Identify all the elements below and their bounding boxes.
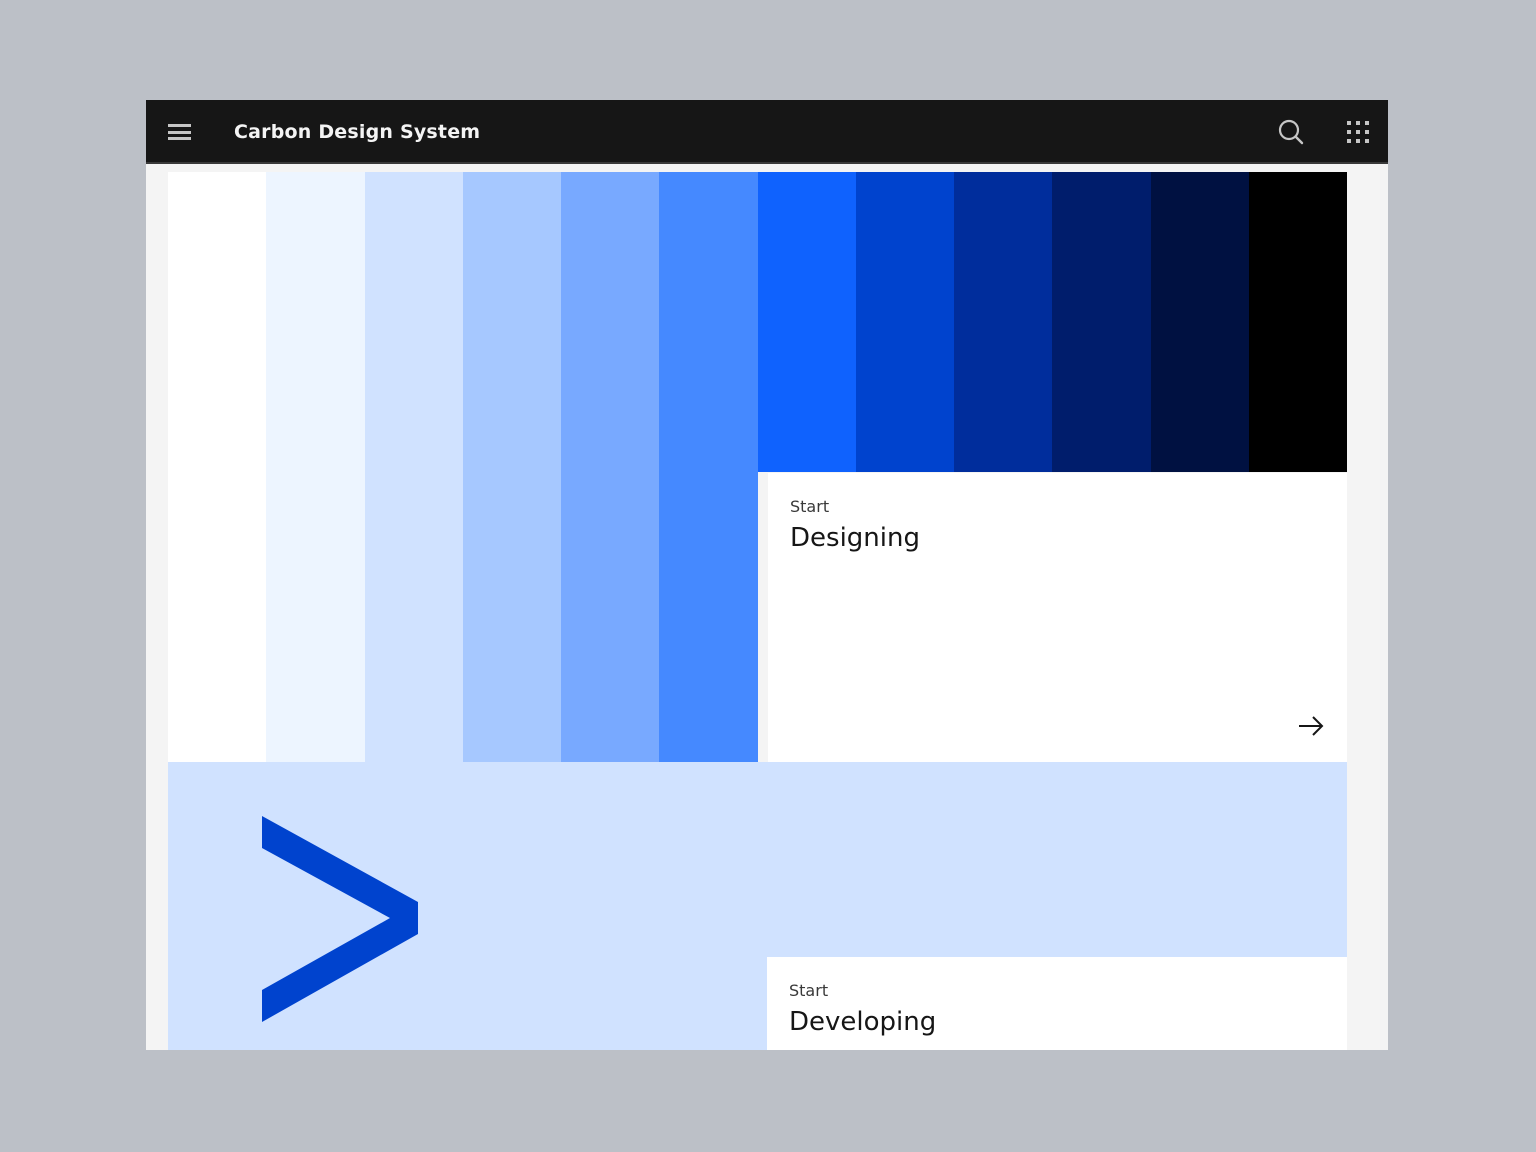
color-swatch — [561, 172, 660, 762]
color-swatch — [364, 172, 463, 762]
color-swatch — [1052, 172, 1151, 472]
color-swatch — [462, 172, 561, 762]
tile-eyebrow: Start — [789, 981, 829, 1000]
hamburger-menu-icon — [168, 124, 191, 127]
color-swatch — [757, 172, 856, 472]
color-swatch — [266, 172, 365, 762]
color-swatch — [954, 172, 1053, 472]
color-swatch — [1248, 172, 1347, 472]
arrow-right-icon — [1299, 716, 1324, 736]
top-header: Carbon Design System — [146, 100, 1388, 164]
chevron-right-icon — [262, 816, 418, 1022]
app-window: Carbon Design System Start Designing Sta… — [146, 100, 1388, 1050]
tile-title: Developing — [789, 1007, 937, 1037]
tile-title: Designing — [790, 523, 920, 553]
tile-eyebrow: Start — [790, 497, 830, 516]
app-switcher-grid-icon — [1347, 121, 1369, 143]
app-switcher-button[interactable] — [1338, 112, 1378, 152]
header-title[interactable]: Carbon Design System — [234, 100, 480, 164]
color-swatch — [1150, 172, 1249, 472]
search-button[interactable] — [1271, 112, 1311, 152]
color-swatch — [659, 172, 758, 762]
color-swatch — [168, 172, 267, 762]
search-icon — [1278, 119, 1304, 145]
start-designing-tile[interactable]: Start Designing — [768, 473, 1347, 762]
start-developing-tile[interactable]: Start Developing — [767, 957, 1347, 1050]
menu-button[interactable] — [160, 112, 200, 152]
color-swatch — [855, 172, 954, 472]
